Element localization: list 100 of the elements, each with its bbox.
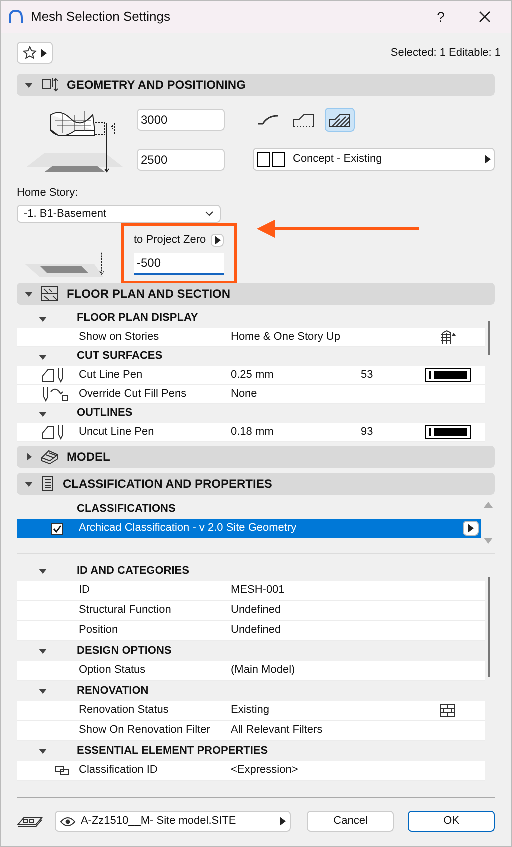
reference-menu-button[interactable] <box>211 234 224 247</box>
floor-plan-icon <box>41 286 59 302</box>
collapse-arrow-icon[interactable] <box>39 567 47 575</box>
section-header[interactable]: FLOOR PLAN AND SECTION <box>17 283 495 305</box>
expand-arrow-icon[interactable] <box>25 453 33 461</box>
chevron-down-icon <box>205 210 214 217</box>
property-row[interactable]: Show on Stories Home & One Story Up <box>17 328 485 347</box>
classification-row[interactable]: Archicad Classification - v 2.0 Site Geometry <box>17 519 481 538</box>
property-value: 0.18 mm <box>231 424 275 440</box>
thickness-field[interactable]: 3000 <box>137 109 225 131</box>
property-row[interactable]: Option Status (Main Model) <box>17 661 485 681</box>
property-row[interactable]: Cut Line Pen 0.25 mm 53 <box>17 366 485 385</box>
brick-wall-icon <box>440 704 456 718</box>
collapse-arrow-icon[interactable] <box>39 747 47 755</box>
star-icon <box>23 46 37 60</box>
offset-field[interactable]: 2500 <box>137 149 225 171</box>
property-value: Existing <box>231 703 271 718</box>
story-icon <box>440 330 456 344</box>
link-icon <box>55 766 71 776</box>
property-row[interactable]: Structural Function Undefined <box>17 601 485 621</box>
document-icon <box>41 476 55 492</box>
group-title: ESSENTIAL ELEMENT PROPERTIES <box>77 744 268 759</box>
geometry-icon <box>41 78 59 92</box>
caret-icon <box>468 524 474 533</box>
scrollbar-thumb[interactable] <box>488 577 490 677</box>
section-title: GEOMETRY AND POSITIONING <box>67 77 246 94</box>
cancel-button[interactable]: Cancel <box>307 811 394 832</box>
section-title: FLOOR PLAN AND SECTION <box>67 286 231 303</box>
pen-number: 93 <box>361 426 374 438</box>
property-row[interactable]: Classification ID <Expression> <box>17 761 485 781</box>
eye-icon <box>60 816 76 826</box>
group-title: ID AND CATEGORIES <box>77 564 190 579</box>
property-value: None <box>231 386 258 402</box>
favorites-button[interactable] <box>17 42 53 64</box>
property-label: Uncut Line Pen <box>79 424 156 440</box>
caret-icon <box>485 155 491 164</box>
app-logo-icon <box>9 10 23 24</box>
property-row[interactable]: ID MESH-001 <box>17 581 485 601</box>
collapse-arrow-icon[interactable] <box>39 687 47 695</box>
property-value: MESH-001 <box>231 583 286 598</box>
property-label: Show On Renovation Filter <box>79 723 212 738</box>
collapse-arrow-icon[interactable] <box>25 480 33 488</box>
property-row[interactable]: Override Cut Fill Pens None <box>17 385 485 404</box>
reference-label: to Project Zero <box>134 233 206 248</box>
collapse-arrow-icon[interactable] <box>25 290 33 298</box>
collapse-arrow-icon[interactable] <box>39 352 47 360</box>
property-row[interactable]: Uncut Line Pen 0.18 mm 93 <box>17 423 485 442</box>
mesh-block-icon <box>41 449 59 465</box>
building-material-dropdown[interactable]: Concept - Existing <box>253 148 495 171</box>
property-label: Show on Stories <box>79 330 160 345</box>
collapse-arrow-icon[interactable] <box>39 314 47 322</box>
stepped-outline-icon <box>293 112 315 128</box>
layer-dropdown[interactable]: A-Zz1510__M- Site model.SITE <box>54 811 292 832</box>
group-title: OUTLINES <box>77 406 133 422</box>
scrollbar-thumb[interactable] <box>488 321 490 355</box>
caret-icon <box>280 817 286 826</box>
group-title: FLOOR PLAN DISPLAY <box>77 311 198 326</box>
collapse-arrow-icon[interactable] <box>25 81 33 89</box>
collapse-arrow-icon[interactable] <box>39 410 47 418</box>
selection-info: Selected: 1 Editable: 1 <box>390 46 501 61</box>
collapse-arrow-icon[interactable] <box>39 647 47 655</box>
section-title: MODEL <box>67 449 110 466</box>
property-row[interactable]: Renovation Status Existing <box>17 701 485 721</box>
property-label: ID <box>79 583 91 598</box>
ok-button[interactable]: OK <box>408 811 495 832</box>
classification-name: Archicad Classification - v 2.0 Site Geometry <box>79 521 298 536</box>
checkmark-icon <box>52 524 62 532</box>
property-label: Cut Line Pen <box>79 368 144 383</box>
property-label: Renovation Status <box>79 703 170 718</box>
property-row[interactable]: Position Undefined <box>17 621 485 641</box>
checkbox[interactable] <box>51 522 63 534</box>
property-value: <Expression> <box>231 763 300 778</box>
property-label: Classification ID <box>79 763 159 778</box>
hatched-solid-icon <box>329 112 351 128</box>
property-value: Undefined <box>231 623 282 638</box>
property-label: Override Cut Fill Pens <box>79 386 188 402</box>
elevation-field[interactable]: -500 <box>134 252 224 274</box>
group-title: DESIGN OPTIONS <box>77 644 172 659</box>
property-row[interactable]: Show On Renovation Filter All Relevant Filters <box>17 721 485 741</box>
pen-swatch <box>425 368 471 382</box>
window-title: Mesh Selection Settings <box>31 8 172 26</box>
section-title: CLASSIFICATION AND PROPERTIES <box>63 476 272 493</box>
home-story-dropdown[interactable]: -1. B1-Basement <box>17 204 221 223</box>
surface-line-icon <box>257 115 279 125</box>
caret-icon <box>41 48 47 58</box>
group-title: CUT SURFACES <box>77 349 163 364</box>
structure-mode-button[interactable] <box>325 108 355 132</box>
property-label: Position <box>79 623 120 638</box>
property-value: Undefined <box>231 603 282 618</box>
home-story-label: Home Story: <box>17 186 80 201</box>
close-icon[interactable] <box>479 11 491 23</box>
help-button[interactable]: ? <box>423 6 459 28</box>
property-value: (Main Model) <box>231 663 296 678</box>
classification-menu-button[interactable] <box>463 521 479 536</box>
property-label: Structural Function <box>79 603 172 618</box>
section-header[interactable]: CLASSIFICATION AND PROPERTIES <box>17 473 495 495</box>
section-header[interactable]: GEOMETRY AND POSITIONING <box>17 74 495 96</box>
property-label: Option Status <box>79 663 147 678</box>
section-header[interactable]: MODEL <box>17 446 495 468</box>
pen-override-icon <box>41 386 71 402</box>
